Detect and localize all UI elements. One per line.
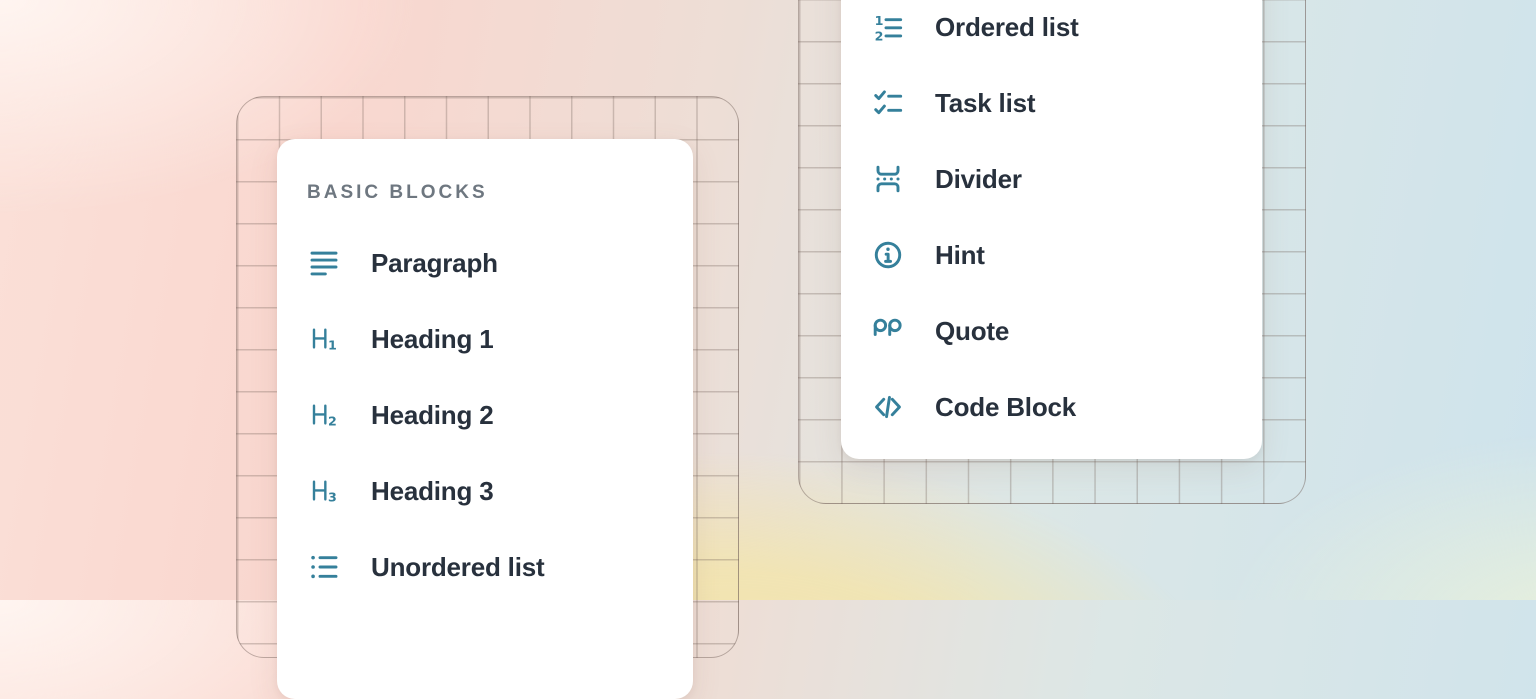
menu-item-code-block[interactable]: Code Block bbox=[841, 369, 1262, 445]
task-list-icon bbox=[872, 87, 904, 119]
code-block-icon bbox=[872, 391, 904, 423]
ordered-list-icon: 1 2 bbox=[872, 11, 904, 43]
divider-icon bbox=[872, 163, 904, 195]
menu-item-ordered-list[interactable]: 1 2 Ordered list bbox=[841, 0, 1262, 65]
menu-item-divider[interactable]: Divider bbox=[841, 141, 1262, 217]
more-blocks-menu: 1 2 Ordered list Task list Divider bbox=[841, 0, 1262, 459]
quote-icon bbox=[872, 315, 904, 347]
menu-item-label: Divider bbox=[935, 164, 1022, 195]
menu-item-quote[interactable]: Quote bbox=[841, 293, 1262, 369]
svg-text:1: 1 bbox=[328, 338, 337, 353]
menu-item-heading-2[interactable]: 2 Heading 2 bbox=[277, 377, 693, 453]
svg-text:1: 1 bbox=[875, 13, 884, 28]
heading-1-icon: 1 bbox=[308, 323, 340, 355]
svg-text:2: 2 bbox=[875, 28, 884, 43]
section-label: BASIC BLOCKS bbox=[307, 179, 693, 207]
heading-2-icon: 2 bbox=[308, 399, 340, 431]
menu-item-label: Paragraph bbox=[371, 248, 498, 279]
menu-item-paragraph[interactable]: Paragraph bbox=[277, 225, 693, 301]
svg-text:2: 2 bbox=[328, 414, 337, 429]
unordered-list-icon bbox=[308, 551, 340, 583]
svg-text:3: 3 bbox=[328, 490, 337, 505]
heading-3-icon: 3 bbox=[308, 475, 340, 507]
menu-item-hint[interactable]: Hint bbox=[841, 217, 1262, 293]
menu-item-task-list[interactable]: Task list bbox=[841, 65, 1262, 141]
basic-blocks-menu: BASIC BLOCKS Paragraph 1 Heading 1 2 Hea… bbox=[277, 139, 693, 699]
menu-item-label: Unordered list bbox=[371, 552, 544, 583]
menu-item-label: Heading 3 bbox=[371, 476, 493, 507]
menu-item-label: Hint bbox=[935, 240, 985, 271]
menu-item-heading-3[interactable]: 3 Heading 3 bbox=[277, 453, 693, 529]
menu-item-label: Quote bbox=[935, 316, 1009, 347]
menu-item-label: Ordered list bbox=[935, 12, 1079, 43]
menu-item-label: Code Block bbox=[935, 392, 1076, 423]
hint-icon bbox=[872, 239, 904, 271]
paragraph-icon bbox=[308, 247, 340, 279]
menu-item-label: Heading 1 bbox=[371, 324, 493, 355]
menu-item-label: Task list bbox=[935, 88, 1035, 119]
menu-item-unordered-list[interactable]: Unordered list bbox=[277, 529, 693, 605]
menu-item-label: Heading 2 bbox=[371, 400, 493, 431]
menu-item-heading-1[interactable]: 1 Heading 1 bbox=[277, 301, 693, 377]
